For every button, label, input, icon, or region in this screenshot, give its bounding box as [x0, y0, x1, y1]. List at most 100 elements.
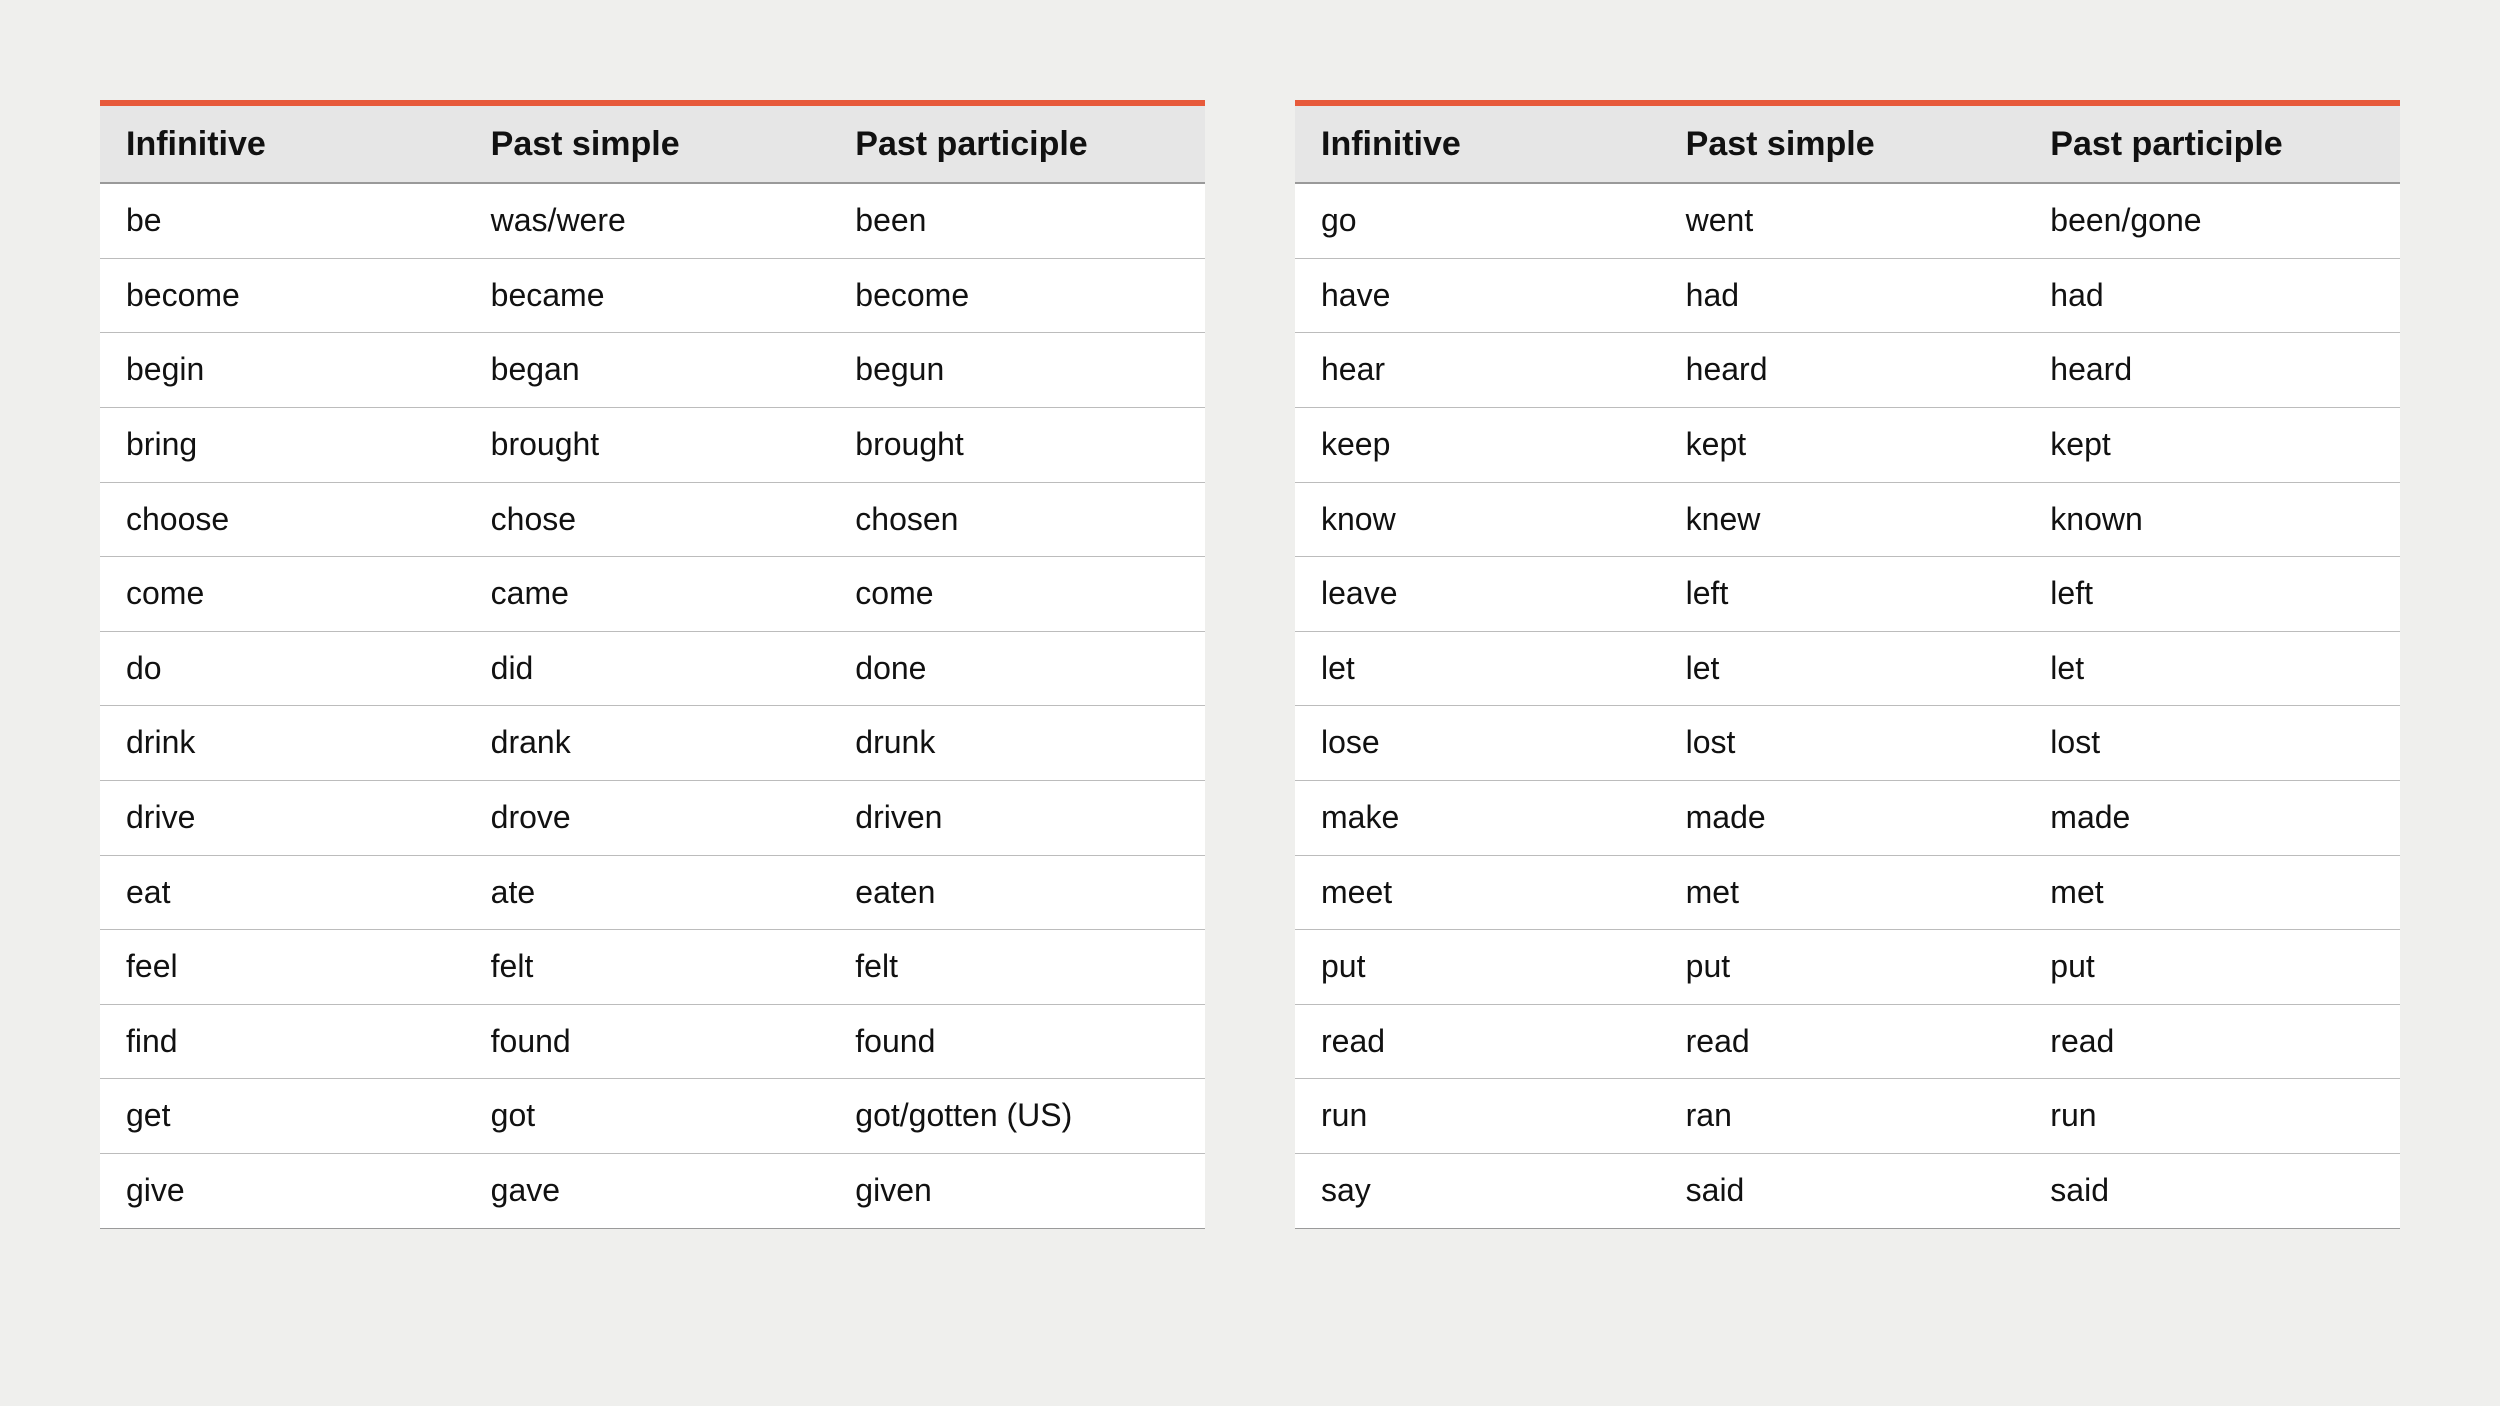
- cell-past-participle: lost: [2024, 706, 2400, 780]
- cell-infinitive: let: [1295, 632, 1660, 706]
- column-header-past-participle: Past participle: [2024, 106, 2400, 182]
- cell-infinitive: hear: [1295, 333, 1660, 407]
- table-row: hearheardheard: [1295, 333, 2400, 408]
- cell-past-simple: lost: [1660, 706, 2025, 780]
- table-row: findfoundfound: [100, 1005, 1205, 1080]
- column-header-past-simple: Past simple: [465, 106, 830, 182]
- column-header-infinitive: Infinitive: [100, 106, 465, 182]
- cell-past-simple: got: [465, 1079, 830, 1153]
- cell-infinitive: begin: [100, 333, 465, 407]
- cell-past-simple: heard: [1660, 333, 2025, 407]
- column-header-past-participle: Past participle: [829, 106, 1205, 182]
- table-row: saysaidsaid: [1295, 1154, 2400, 1228]
- cell-past-participle: let: [2024, 632, 2400, 706]
- cell-past-simple: brought: [465, 408, 830, 482]
- cell-past-participle: put: [2024, 930, 2400, 1004]
- cell-infinitive: leave: [1295, 557, 1660, 631]
- cell-past-simple: found: [465, 1005, 830, 1079]
- cell-past-participle: brought: [829, 408, 1205, 482]
- table-row: getgotgot/gotten (US): [100, 1079, 1205, 1154]
- table-row: makemademade: [1295, 781, 2400, 856]
- table-row: drivedrovedriven: [100, 781, 1205, 856]
- cell-past-simple: ate: [465, 856, 830, 930]
- table-row: drinkdrankdrunk: [100, 706, 1205, 781]
- cell-infinitive: be: [100, 184, 465, 258]
- cell-past-participle: become: [829, 259, 1205, 333]
- cell-infinitive: feel: [100, 930, 465, 1004]
- table-row: leaveleftleft: [1295, 557, 2400, 632]
- table-header-row: Infinitive Past simple Past participle: [1295, 106, 2400, 184]
- table-row: keepkeptkept: [1295, 408, 2400, 483]
- cell-past-simple: let: [1660, 632, 2025, 706]
- cell-past-simple: made: [1660, 781, 2025, 855]
- cell-past-simple: went: [1660, 184, 2025, 258]
- cell-infinitive: go: [1295, 184, 1660, 258]
- cell-past-simple: put: [1660, 930, 2025, 1004]
- cell-past-participle: been/gone: [2024, 184, 2400, 258]
- cell-past-simple: knew: [1660, 483, 2025, 557]
- table-row: meetmetmet: [1295, 856, 2400, 931]
- cell-past-participle: chosen: [829, 483, 1205, 557]
- table-row: beginbeganbegun: [100, 333, 1205, 408]
- cell-past-simple: did: [465, 632, 830, 706]
- table-row: runranrun: [1295, 1079, 2400, 1154]
- cell-infinitive: read: [1295, 1005, 1660, 1079]
- cell-past-simple: chose: [465, 483, 830, 557]
- table-row: becomebecamebecome: [100, 259, 1205, 334]
- cell-infinitive: run: [1295, 1079, 1660, 1153]
- table-row: loselostlost: [1295, 706, 2400, 781]
- cell-past-participle: drunk: [829, 706, 1205, 780]
- cell-past-simple: had: [1660, 259, 2025, 333]
- table-row: knowknewknown: [1295, 483, 2400, 558]
- cell-past-simple: said: [1660, 1154, 2025, 1228]
- cell-past-participle: met: [2024, 856, 2400, 930]
- cell-infinitive: give: [100, 1154, 465, 1228]
- cell-past-participle: been: [829, 184, 1205, 258]
- cell-past-participle: begun: [829, 333, 1205, 407]
- cell-past-participle: left: [2024, 557, 2400, 631]
- verb-table-left: Infinitive Past simple Past participle b…: [100, 100, 1205, 1229]
- cell-infinitive: have: [1295, 259, 1660, 333]
- cell-infinitive: bring: [100, 408, 465, 482]
- cell-infinitive: find: [100, 1005, 465, 1079]
- cell-past-simple: met: [1660, 856, 2025, 930]
- cell-infinitive: drive: [100, 781, 465, 855]
- table-row: eatateeaten: [100, 856, 1205, 931]
- cell-past-simple: gave: [465, 1154, 830, 1228]
- cell-past-participle: known: [2024, 483, 2400, 557]
- table-row: havehadhad: [1295, 259, 2400, 334]
- cell-infinitive: do: [100, 632, 465, 706]
- cell-past-simple: felt: [465, 930, 830, 1004]
- column-header-past-simple: Past simple: [1660, 106, 2025, 182]
- cell-past-participle: heard: [2024, 333, 2400, 407]
- cell-past-participle: found: [829, 1005, 1205, 1079]
- table-header-row: Infinitive Past simple Past participle: [100, 106, 1205, 184]
- table-row: givegavegiven: [100, 1154, 1205, 1228]
- table-row: feelfeltfelt: [100, 930, 1205, 1005]
- column-header-infinitive: Infinitive: [1295, 106, 1660, 182]
- cell-past-participle: made: [2024, 781, 2400, 855]
- cell-past-participle: driven: [829, 781, 1205, 855]
- cell-past-simple: read: [1660, 1005, 2025, 1079]
- cell-past-simple: ran: [1660, 1079, 2025, 1153]
- cell-past-participle: felt: [829, 930, 1205, 1004]
- verb-table-right: Infinitive Past simple Past participle g…: [1295, 100, 2400, 1229]
- cell-past-simple: drove: [465, 781, 830, 855]
- cell-past-simple: came: [465, 557, 830, 631]
- cell-past-participle: done: [829, 632, 1205, 706]
- cell-past-participle: kept: [2024, 408, 2400, 482]
- cell-past-participle: had: [2024, 259, 2400, 333]
- cell-infinitive: make: [1295, 781, 1660, 855]
- table-row: letletlet: [1295, 632, 2400, 707]
- cell-infinitive: say: [1295, 1154, 1660, 1228]
- cell-past-participle: eaten: [829, 856, 1205, 930]
- table-row: putputput: [1295, 930, 2400, 1005]
- cell-past-participle: read: [2024, 1005, 2400, 1079]
- cell-infinitive: meet: [1295, 856, 1660, 930]
- cell-past-simple: was/were: [465, 184, 830, 258]
- cell-infinitive: drink: [100, 706, 465, 780]
- table-row: dodiddone: [100, 632, 1205, 707]
- cell-past-simple: left: [1660, 557, 2025, 631]
- table-row: comecamecome: [100, 557, 1205, 632]
- cell-past-participle: come: [829, 557, 1205, 631]
